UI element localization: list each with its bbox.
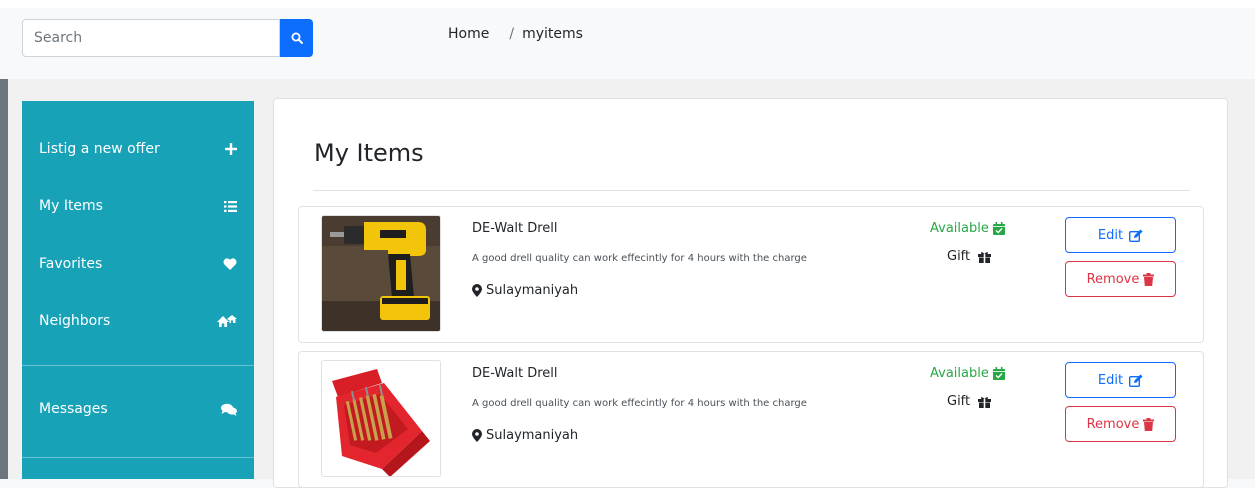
item-image[interactable] — [321, 215, 441, 332]
breadcrumb-home[interactable]: Home — [448, 26, 489, 42]
item-type-text: Gift — [947, 394, 971, 409]
item-card: DE-Walt Drell A good drell quality can w… — [298, 351, 1204, 488]
item-type: Gift — [947, 394, 992, 409]
gift-icon — [978, 396, 992, 408]
trash-icon — [1143, 417, 1155, 431]
remove-label: Remove — [1086, 271, 1140, 287]
edit-label: Edit — [1097, 227, 1124, 243]
sidebar-item-new-offer[interactable]: Listig a new offer — [22, 127, 254, 171]
search-input[interactable] — [22, 19, 280, 57]
status-badge: Available — [930, 221, 1005, 236]
sidebar-item-label: Favorites — [39, 256, 103, 272]
drill-bit-set-photo — [322, 361, 440, 476]
item-description: A good drell quality can work effecintly… — [472, 253, 807, 264]
sidebar-item-label: Messages — [39, 401, 108, 417]
plus-icon — [225, 143, 237, 155]
sidebar-item-messages[interactable]: Messages — [22, 387, 254, 431]
item-location-text: Sulaymaniyah — [486, 428, 579, 443]
search-group — [22, 19, 313, 57]
item-type: Gift — [947, 249, 992, 264]
sidebar-divider — [22, 457, 254, 458]
list-icon — [224, 200, 237, 212]
trash-icon — [1143, 272, 1155, 286]
item-location-text: Sulaymaniyah — [486, 283, 579, 298]
item-image[interactable] — [321, 360, 441, 477]
sidebar-divider — [22, 365, 254, 366]
comments-icon — [221, 403, 237, 416]
item-type-text: Gift — [947, 249, 971, 264]
edit-label: Edit — [1097, 372, 1124, 388]
item-location: Sulaymaniyah — [472, 428, 578, 443]
gift-icon — [978, 251, 992, 263]
sidebar-item-label: Listig a new offer — [39, 141, 160, 157]
item-name: DE-Walt Drell — [472, 221, 558, 236]
breadcrumb: Home / myitems — [448, 26, 583, 42]
edit-icon — [1129, 229, 1143, 242]
my-items-card: My Items DE-Walt Drell A good drell qual… — [273, 98, 1228, 488]
item-card: DE-Walt Drell A good drell quality can w… — [298, 206, 1204, 343]
sidebar-item-favorites[interactable]: Favorites — [22, 242, 254, 286]
status-text: Available — [930, 366, 989, 381]
breadcrumb-separator: / — [509, 26, 515, 42]
remove-button[interactable]: Remove — [1065, 261, 1176, 297]
edit-icon — [1129, 374, 1143, 387]
edit-button[interactable]: Edit — [1065, 217, 1176, 253]
sidebar: Listig a new offer My Items Favorites Ne… — [22, 101, 254, 479]
item-description: A good drell quality can work effecintly… — [472, 398, 807, 409]
remove-label: Remove — [1086, 416, 1140, 432]
item-location: Sulaymaniyah — [472, 283, 578, 298]
status-badge: Available — [930, 366, 1005, 381]
page-title: My Items — [314, 139, 424, 167]
sidebar-item-neighbors[interactable]: Neighbors — [22, 299, 254, 343]
calendar-check-icon — [992, 222, 1005, 235]
drill-photo — [322, 216, 440, 331]
calendar-check-icon — [992, 367, 1005, 380]
remove-button[interactable]: Remove — [1065, 406, 1176, 442]
map-marker-icon — [472, 429, 482, 442]
search-button[interactable] — [280, 19, 313, 57]
sidebar-item-my-items[interactable]: My Items — [22, 184, 254, 228]
houses-icon — [217, 314, 237, 328]
edit-button[interactable]: Edit — [1065, 362, 1176, 398]
item-name: DE-Walt Drell — [472, 366, 558, 381]
search-icon — [291, 32, 303, 44]
sidebar-item-label: Neighbors — [39, 313, 111, 329]
title-divider — [313, 190, 1190, 191]
sidebar-item-label: My Items — [39, 198, 103, 214]
status-text: Available — [930, 221, 989, 236]
breadcrumb-current: myitems — [522, 26, 583, 42]
map-marker-icon — [472, 284, 482, 297]
top-strip — [0, 0, 1255, 8]
heart-icon — [223, 258, 237, 270]
